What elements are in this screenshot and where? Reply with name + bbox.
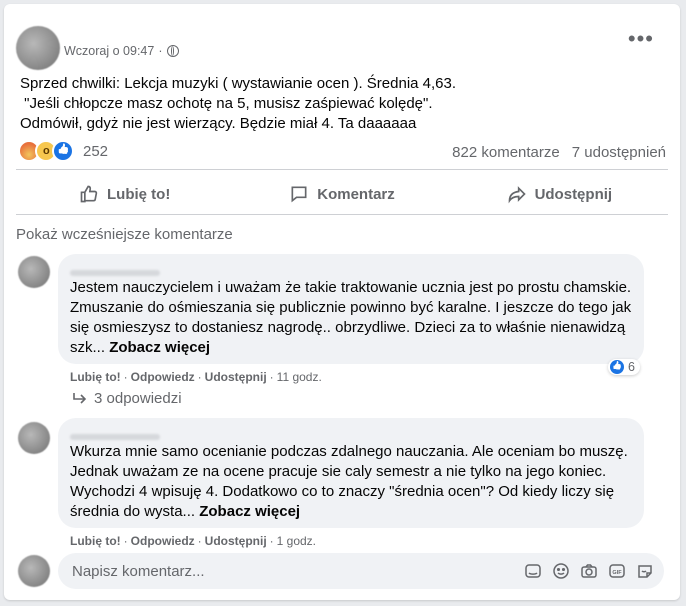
like-reaction-icon bbox=[610, 360, 624, 374]
show-previous-comments[interactable]: Pokaż wcześniejsze komentarze bbox=[16, 226, 233, 243]
comment-label: Komentarz bbox=[317, 185, 395, 203]
comment-avatar[interactable] bbox=[18, 256, 50, 288]
comment-text-line: szk... bbox=[70, 339, 106, 356]
comment-composer[interactable]: GIF bbox=[58, 553, 664, 589]
comment-text-line: Wkurza mnie samo ocenianie podczas zdaln… bbox=[70, 443, 628, 460]
comment-text-line: Wychodzi 4 wpisuję 4. Dodatkowo co to zn… bbox=[70, 483, 615, 500]
comment-share-link[interactable]: Udostępnij bbox=[205, 370, 267, 384]
comment-text-line: się osmieszysz to dostaniesz nagrodę.. o… bbox=[70, 319, 626, 336]
view-replies-link[interactable]: 3 odpowiedzi bbox=[72, 390, 182, 407]
more-options-icon[interactable]: ••• bbox=[628, 26, 654, 52]
share-button[interactable]: Udostępnij bbox=[451, 174, 668, 214]
comment-avatar[interactable] bbox=[18, 422, 50, 454]
post-actions: Lubię to! Komentarz Udostępnij bbox=[16, 174, 668, 214]
comment-text-line: Zmuszanie do ośmieszania się publicznie … bbox=[70, 299, 632, 316]
comment-reply-link[interactable]: Odpowiedz bbox=[131, 370, 195, 384]
like-reaction-icon bbox=[52, 140, 74, 162]
reactions-summary[interactable]: 252 bbox=[18, 140, 108, 162]
composer-icons: GIF bbox=[524, 562, 654, 580]
replies-count: 3 odpowiedzi bbox=[94, 390, 182, 407]
comment-like-link[interactable]: Lubię to! bbox=[70, 534, 121, 548]
comment-like-link[interactable]: Lubię to! bbox=[70, 370, 121, 384]
post-timestamp[interactable]: Wczoraj o 09:47 bbox=[64, 44, 154, 58]
shares-count[interactable]: 7 udostępnień bbox=[572, 144, 666, 161]
comment-author-name[interactable] bbox=[70, 262, 180, 276]
comment-bubble: Jestem nauczycielem i uważam że takie tr… bbox=[58, 254, 644, 364]
comments-count[interactable]: 822 komentarze bbox=[452, 144, 560, 161]
avatar-sticker-icon[interactable] bbox=[636, 562, 654, 580]
comment-actions: Lubię to! · Odpowiedz · Udostępnij · 1 godz. bbox=[70, 534, 317, 548]
comment-text-line: Jestem nauczycielem i uważam że takie tr… bbox=[70, 279, 632, 296]
meta-separator: · bbox=[158, 44, 163, 58]
comment-reactions[interactable]: 6 bbox=[608, 359, 640, 375]
comment-text-line: Jednak uważam ze na ocene pracuje sie ca… bbox=[70, 463, 607, 480]
comment-share-link[interactable]: Udostępnij bbox=[205, 534, 267, 548]
comment-text-line: średnia do wysta... bbox=[70, 503, 196, 520]
gif-icon[interactable]: GIF bbox=[608, 562, 626, 580]
like-label: Lubię to! bbox=[107, 185, 171, 203]
emoji-icon[interactable] bbox=[552, 562, 570, 580]
reaction-count: 252 bbox=[83, 142, 109, 160]
comment-bubble: Wkurza mnie samo ocenianie podczas zdaln… bbox=[58, 418, 644, 528]
comment-author-name[interactable] bbox=[70, 426, 180, 440]
post-author-avatar[interactable] bbox=[16, 26, 60, 70]
camera-icon[interactable] bbox=[580, 562, 598, 580]
comment-icon bbox=[291, 186, 307, 203]
comment-button[interactable]: Komentarz bbox=[233, 174, 450, 214]
see-more-link[interactable]: Zobacz więcej bbox=[199, 503, 300, 520]
share-label: Udostępnij bbox=[534, 185, 613, 203]
post-text-line: Odmówił, gdyż nie jest wierzący. Będzie … bbox=[20, 115, 417, 132]
like-button[interactable]: Lubię to! bbox=[16, 174, 233, 214]
see-more-link[interactable]: Zobacz więcej bbox=[109, 339, 210, 356]
sticker-icon[interactable] bbox=[524, 562, 542, 580]
comment-input[interactable] bbox=[70, 562, 454, 581]
post-text: Sprzed chwilki: Lekcja muzyki ( wystawia… bbox=[20, 74, 660, 134]
post-text-line: "Jeśli chłopcze masz ochotę na 5, musisz… bbox=[20, 95, 433, 112]
svg-text:GIF: GIF bbox=[612, 570, 622, 576]
comment-reaction-count: 6 bbox=[628, 360, 635, 374]
current-user-avatar[interactable] bbox=[18, 555, 50, 587]
share-icon bbox=[508, 186, 526, 204]
comment-time[interactable]: 11 godz. bbox=[277, 370, 322, 384]
comment-reply-link[interactable]: Odpowiedz bbox=[131, 534, 195, 548]
post-text-line: Sprzed chwilki: Lekcja muzyki ( wystawia… bbox=[20, 75, 457, 92]
post-stats: 822 komentarze 7 udostępnień bbox=[452, 144, 666, 161]
post-card: Wczoraj o 09:47 · ••• Sprzed chwilki: Le… bbox=[4, 4, 680, 600]
divider bbox=[16, 169, 668, 170]
divider bbox=[16, 214, 668, 215]
post-meta: Wczoraj o 09:47 · bbox=[64, 44, 179, 58]
like-icon bbox=[80, 185, 98, 203]
globe-icon bbox=[166, 45, 179, 57]
reply-arrow-icon bbox=[73, 392, 87, 404]
comment-time[interactable]: 1 godz. bbox=[277, 534, 316, 548]
comment-actions: Lubię to! · Odpowiedz · Udostępnij · 11 godz. bbox=[70, 370, 322, 384]
